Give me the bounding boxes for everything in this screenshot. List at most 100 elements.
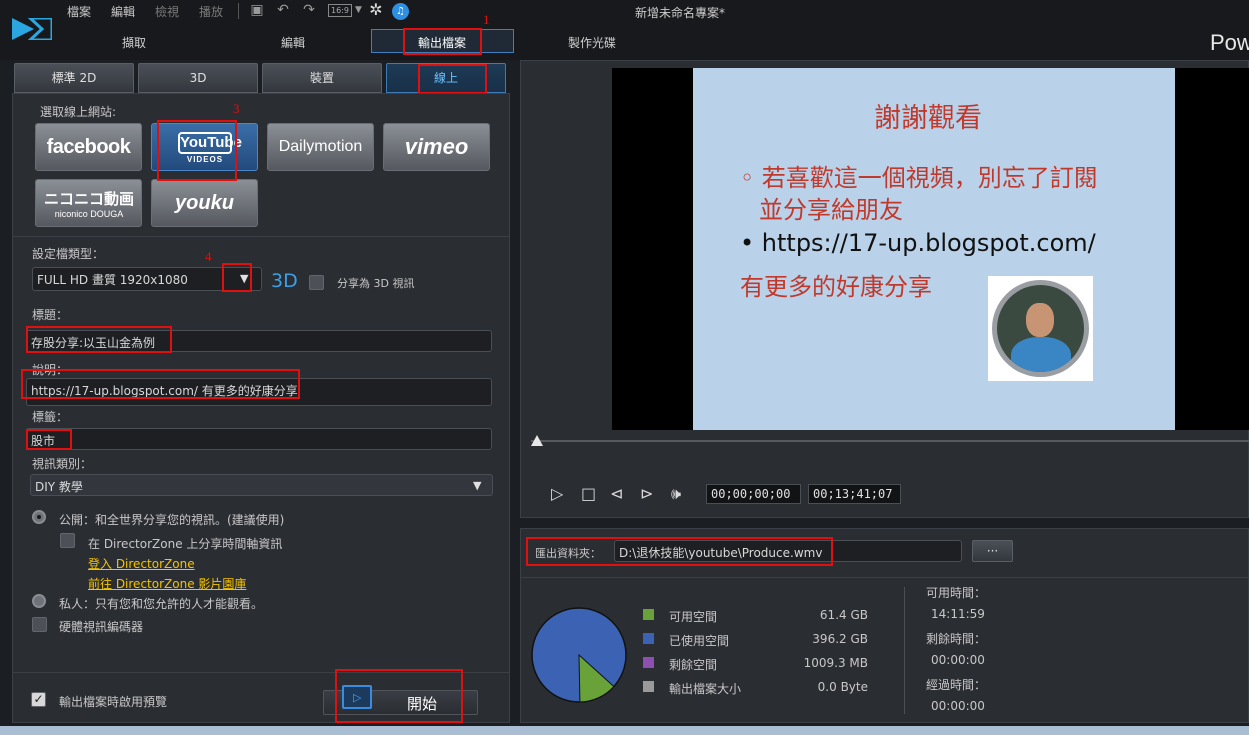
annotation-1: 1 xyxy=(483,12,490,27)
legend-remaining-swatch xyxy=(643,657,654,668)
legend-remaining-value: 1009.3 MB xyxy=(803,656,868,670)
legend-available-label: 可用空間 xyxy=(669,610,718,624)
annotation-box-1 xyxy=(403,28,482,55)
niconico-logo: ニコニコ動画 xyxy=(43,191,134,208)
annotation-box-3 xyxy=(157,120,237,181)
legend-available-swatch xyxy=(643,609,654,620)
legend-used-label: 已使用空間 xyxy=(669,634,730,648)
brand-text: Pow xyxy=(1210,30,1249,55)
directorzone-share-label: 在 DirectorZone 上分享時間軸資訊 xyxy=(88,537,283,551)
volume-icon[interactable]: 🕪 xyxy=(671,484,681,504)
annotation-4: 4 xyxy=(205,249,212,264)
current-time-display: 00;00;00;00 xyxy=(706,484,801,504)
site-youku-button[interactable]: youku xyxy=(151,179,258,227)
os-taskbar xyxy=(0,726,1249,735)
elapsed-time-value: 00:00:00 xyxy=(931,699,985,713)
playhead-handle[interactable] xyxy=(531,435,543,446)
slide-title: 謝謝觀看 xyxy=(874,103,982,134)
share-3d-label: 分享為 3D 視訊 xyxy=(337,277,415,290)
private-radio[interactable] xyxy=(32,594,46,608)
niconico-logo-sub: niconico DOUGA xyxy=(54,209,124,219)
settings-gear-icon[interactable]: ✲ xyxy=(367,2,385,18)
public-radio[interactable] xyxy=(32,510,46,524)
previous-frame-icon[interactable]: ⊲ xyxy=(610,484,623,503)
menu-divider xyxy=(238,3,239,19)
legend-remaining-label: 剩餘空間 xyxy=(669,658,718,672)
slide-line-1a: ◦ 若喜歡這一個視頻，別忘了訂閱 xyxy=(740,164,1098,192)
legend-available-value: 61.4 GB xyxy=(819,608,868,622)
subtab-standard-2d[interactable]: 標準 2D xyxy=(14,63,134,93)
annotation-box-tags xyxy=(26,429,72,450)
legend-used-value: 396.2 GB xyxy=(812,632,868,646)
panel-divider xyxy=(13,236,509,237)
login-directorzone-link[interactable]: 登入 DirectorZone xyxy=(88,555,195,572)
choose-site-label: 選取線上網站: xyxy=(40,105,117,119)
top-bar xyxy=(0,0,1249,60)
annotation-box-start xyxy=(335,669,463,723)
slide-line-2: • https://17-up.blogspot.com/ xyxy=(740,229,1096,257)
app-logo-icon xyxy=(12,16,54,42)
slide-line-3: 有更多的好康分享 xyxy=(740,273,932,301)
stop-icon[interactable]: □ xyxy=(581,484,596,503)
notification-bell-icon[interactable]: ♫ xyxy=(392,3,409,20)
site-vimeo-button[interactable]: vimeo xyxy=(383,123,490,171)
category-select[interactable]: DIY 教學 xyxy=(30,474,493,496)
browse-folder-button[interactable]: ··· xyxy=(972,540,1013,562)
elapsed-time-label: 經過時間： xyxy=(926,678,987,692)
directorzone-share-checkbox[interactable] xyxy=(60,533,75,548)
annotation-box-desc xyxy=(21,369,300,399)
legend-output-value: 0.0 Byte xyxy=(817,680,868,694)
remaining-time-label: 剩餘時間： xyxy=(926,632,987,646)
tab-edit[interactable]: 編輯 xyxy=(243,34,343,51)
undo-icon[interactable]: ↶ xyxy=(274,2,292,18)
subtab-3d[interactable]: 3D xyxy=(138,63,258,93)
tab-create-disc[interactable]: 製作光碟 xyxy=(542,34,642,51)
profile-type-label: 設定檔類型： xyxy=(32,247,105,261)
legend-output-swatch xyxy=(643,681,654,692)
redo-icon[interactable]: ↷ xyxy=(300,2,318,18)
site-dailymotion-button[interactable]: Dailymotion xyxy=(267,123,374,171)
tab-capture[interactable]: 擷取 xyxy=(84,34,184,51)
directorzone-gallery-link[interactable]: 前往 DirectorZone 影片園庫 xyxy=(88,575,246,592)
subtab-device[interactable]: 裝置 xyxy=(262,63,382,93)
annotation-box-export xyxy=(526,537,833,566)
share-3d-checkbox[interactable] xyxy=(309,275,324,290)
tags-label: 標籤： xyxy=(32,410,69,424)
aspect-ratio-button[interactable]: 16:9 xyxy=(328,4,352,17)
private-label: 私人：只有您和您允許的人才能觀看。 xyxy=(59,597,264,611)
site-niconico-button[interactable]: ニコニコ動画 niconico DOUGA xyxy=(35,179,142,227)
legend-used-swatch xyxy=(643,633,654,644)
stats-divider xyxy=(904,587,905,714)
site-facebook-button[interactable]: facebook xyxy=(35,123,142,171)
disk-usage-pie-chart xyxy=(531,607,627,703)
public-label: 公開：和全世界分享您的視訊。(建議使用) xyxy=(59,513,285,527)
annotation-3: 3 xyxy=(233,101,240,116)
save-icon[interactable]: ▣ xyxy=(248,2,266,18)
annotation-box-4 xyxy=(222,263,252,292)
legend-output-label: 輸出檔案大小 xyxy=(669,682,742,696)
menu-view[interactable]: 檢視 xyxy=(155,3,179,20)
menu-play[interactable]: 播放 xyxy=(199,3,223,20)
menu-file[interactable]: 檔案 xyxy=(67,3,91,20)
3d-label: 3D xyxy=(271,270,298,292)
available-time-value: 14:11:59 xyxy=(931,607,985,621)
annotation-box-title xyxy=(26,326,172,353)
available-time-label: 可用時間： xyxy=(926,586,987,600)
export-divider xyxy=(521,577,1248,578)
hardware-encoder-checkbox[interactable] xyxy=(32,617,47,632)
enable-preview-checkbox[interactable]: ✓ xyxy=(31,692,46,707)
portrait-photo xyxy=(988,276,1093,381)
tags-input[interactable]: 股市 xyxy=(26,428,492,450)
enable-preview-label: 輸出檔案時啟用預覽 xyxy=(59,695,168,709)
next-frame-icon[interactable]: ⊳ xyxy=(640,484,653,503)
title-label: 標題： xyxy=(32,308,69,322)
annotation-box-2 xyxy=(418,64,487,94)
play-icon[interactable]: ▷ xyxy=(551,484,563,503)
timeline-scrubber[interactable] xyxy=(531,440,1249,442)
category-dropdown-chevron-icon[interactable]: ▼ xyxy=(473,479,481,492)
chevron-down-icon[interactable]: ▼ xyxy=(355,5,362,15)
remaining-time-value: 00:00:00 xyxy=(931,653,985,667)
category-label: 視訊類別： xyxy=(32,457,93,471)
menu-edit[interactable]: 編輯 xyxy=(111,3,135,20)
window-title: 新增未命名專案* xyxy=(635,6,726,20)
